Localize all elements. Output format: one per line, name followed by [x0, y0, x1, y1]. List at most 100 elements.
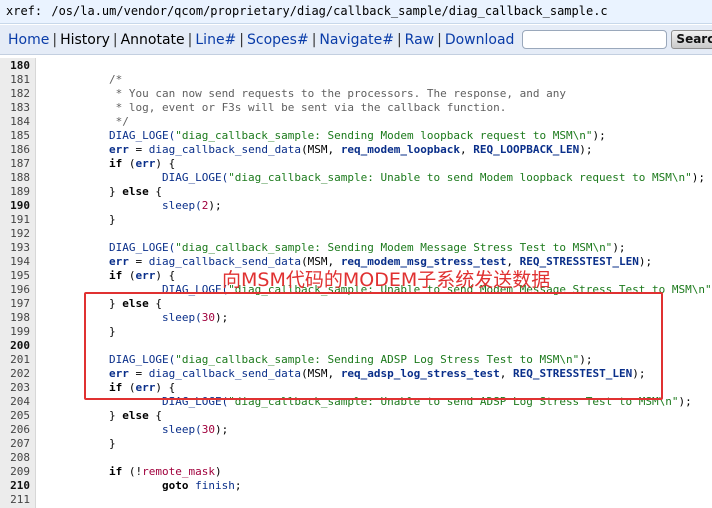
code-line: 202 err = diag_callback_send_data(MSM, r… — [0, 367, 712, 381]
code-token[interactable]: err — [135, 269, 155, 282]
code-text: err = diag_callback_send_data(MSM, req_m… — [56, 143, 593, 157]
code-token[interactable]: err — [135, 157, 155, 170]
code-token: ( — [122, 269, 136, 282]
line-number[interactable]: 180 — [0, 59, 32, 73]
line-number[interactable]: 197 — [0, 297, 32, 311]
code-token[interactable]: sleep( — [56, 423, 202, 436]
line-number[interactable]: 182 — [0, 87, 32, 101]
line-number[interactable]: 208 — [0, 451, 32, 465]
line-number[interactable]: 196 — [0, 283, 32, 297]
line-number[interactable]: 200 — [0, 339, 32, 353]
code-token[interactable]: err — [109, 255, 129, 268]
code-token: } — [56, 297, 123, 310]
menu-scopes-link[interactable]: Scopes# — [247, 32, 309, 48]
code-token: */ — [56, 115, 129, 128]
menu-history-link[interactable]: History — [60, 32, 110, 48]
line-number[interactable]: 186 — [0, 143, 32, 157]
line-number[interactable]: 204 — [0, 395, 32, 409]
line-number[interactable]: 188 — [0, 171, 32, 185]
code-line: 184 */ — [0, 115, 712, 129]
line-number[interactable]: 195 — [0, 269, 32, 283]
code-token[interactable]: req_modem_loopback — [341, 143, 460, 156]
code-token[interactable]: REQ_LOOPBACK_LEN — [473, 143, 579, 156]
code-token[interactable]: DIAG_LOGE( — [56, 171, 228, 184]
line-number[interactable]: 187 — [0, 157, 32, 171]
code-token: , — [499, 367, 514, 380]
menu-download-link[interactable]: Download — [445, 32, 515, 48]
code-line: 207 } — [0, 437, 712, 451]
code-token: ( — [122, 381, 136, 394]
menu-separator: | — [396, 31, 402, 48]
code-token: } — [56, 325, 116, 338]
code-text: goto finish; — [56, 479, 242, 493]
code-token[interactable]: DIAG_LOGE( — [56, 395, 228, 408]
line-number[interactable]: 194 — [0, 255, 32, 269]
code-token[interactable]: finish — [195, 479, 235, 492]
menu-raw-link[interactable]: Raw — [405, 32, 434, 48]
code-line: 185 DIAG_LOGE("diag_callback_sample: Sen… — [0, 129, 712, 143]
code-text: DIAG_LOGE("diag_callback_sample: Unable … — [56, 395, 692, 409]
line-number[interactable]: 211 — [0, 493, 32, 507]
line-number[interactable]: 189 — [0, 185, 32, 199]
code-token: if — [108, 465, 123, 478]
line-number[interactable]: 210 — [0, 479, 32, 493]
code-token[interactable]: sleep( — [56, 311, 202, 324]
code-token: } — [56, 213, 116, 226]
line-number[interactable]: 185 — [0, 129, 32, 143]
code-token: ) { — [155, 157, 176, 170]
line-number[interactable]: 205 — [0, 409, 32, 423]
code-token: { — [148, 185, 162, 198]
code-text: if (err) { — [56, 381, 175, 395]
code-token[interactable]: req_adsp_log_stress_test — [341, 367, 500, 380]
code-token[interactable]: diag_callback_send_data — [149, 367, 301, 380]
menu-line-numbers-link[interactable]: Line# — [195, 32, 236, 48]
line-number[interactable]: 190 — [0, 199, 32, 213]
code-token[interactable]: err — [109, 143, 129, 156]
code-token[interactable]: err — [135, 381, 155, 394]
code-text: DIAG_LOGE("diag_callback_sample: Sending… — [56, 353, 592, 367]
line-number[interactable]: 181 — [0, 73, 32, 87]
xref-label: xref: — [6, 4, 43, 18]
xref-path[interactable]: /os/la.um/vendor/qcom/proprietary/diag/c… — [51, 4, 607, 18]
line-number[interactable]: 201 — [0, 353, 32, 367]
code-text: DIAG_LOGE("diag_callback_sample: Sending… — [56, 129, 606, 143]
line-number[interactable]: 207 — [0, 437, 32, 451]
code-token[interactable]: sleep( — [56, 199, 202, 212]
code-token: "diag_callback_sample: Sending Modem loo… — [175, 129, 593, 142]
code-token[interactable]: DIAG_LOGE( — [56, 353, 175, 366]
search-input[interactable] — [522, 30, 668, 49]
line-number[interactable]: 199 — [0, 325, 32, 339]
line-number[interactable]: 202 — [0, 367, 32, 381]
line-number[interactable]: 209 — [0, 465, 32, 479]
line-number[interactable]: 183 — [0, 101, 32, 115]
code-text: } else { — [56, 297, 162, 311]
menu-home-link[interactable]: Home — [8, 32, 49, 48]
line-number[interactable]: 192 — [0, 227, 32, 241]
code-token: * You can now send requests to the proce… — [56, 87, 566, 100]
annotation-note: 向MSM代码的MODEM子系统发送数据 — [222, 269, 551, 291]
code-token[interactable]: REQ_STRESSTEST_LEN — [513, 367, 632, 380]
code-token[interactable]: DIAG_LOGE( — [56, 129, 175, 142]
code-line: 209 if (!remote_mask) — [0, 465, 712, 479]
code-text: * You can now send requests to the proce… — [56, 87, 566, 101]
code-text: sleep(30); — [56, 423, 228, 437]
code-token: { — [148, 409, 162, 422]
search-button[interactable]: Search — [671, 30, 712, 49]
line-number[interactable]: 203 — [0, 381, 32, 395]
code-token[interactable]: diag_callback_send_data — [149, 143, 301, 156]
code-text: if (err) { — [56, 269, 175, 283]
line-number[interactable]: 206 — [0, 423, 32, 437]
code-token[interactable]: DIAG_LOGE( — [56, 241, 175, 254]
code-token[interactable]: err — [109, 367, 129, 380]
line-number[interactable]: 184 — [0, 115, 32, 129]
menu-annotate-link[interactable]: Annotate — [121, 32, 185, 48]
code-token[interactable]: DIAG_LOGE( — [56, 283, 228, 296]
line-number[interactable]: 191 — [0, 213, 32, 227]
menu-navigate-link[interactable]: Navigate# — [319, 32, 394, 48]
line-number[interactable]: 193 — [0, 241, 32, 255]
line-number[interactable]: 198 — [0, 311, 32, 325]
